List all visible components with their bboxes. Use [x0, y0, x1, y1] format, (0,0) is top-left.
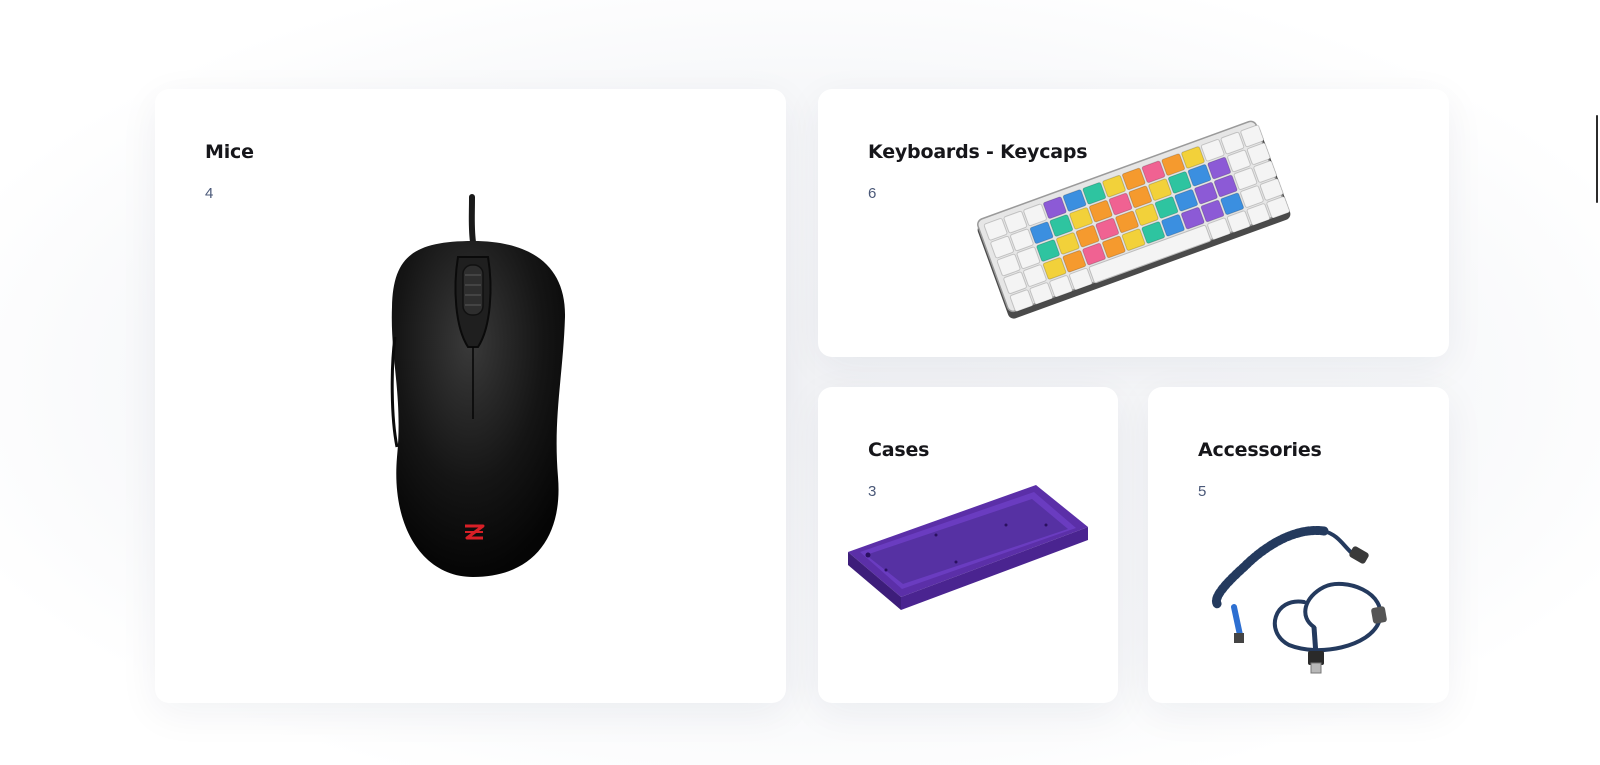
scrollbar-thumb[interactable] [1596, 115, 1598, 203]
mouse-icon [390, 194, 566, 577]
category-title: Mice [205, 141, 254, 163]
category-title: Cases [868, 439, 930, 461]
category-title: Accessories [1198, 439, 1322, 461]
category-card-accessories[interactable]: Accessories 5 [1148, 387, 1449, 703]
keyboard-icon [977, 120, 1291, 319]
case-icon [848, 485, 1088, 610]
category-card-cases[interactable]: Cases 3 [818, 387, 1118, 703]
category-card-keyboards-keycaps[interactable]: Keyboards - Keycaps 6 [818, 89, 1449, 357]
category-count: 5 [1198, 483, 1207, 500]
category-count: 4 [205, 185, 214, 202]
cable-icon [1212, 526, 1387, 674]
category-card-mice[interactable]: Mice 4 [155, 89, 786, 703]
category-grid-page: Mice 4 Keyboards - Keycaps 6 Cases 3 Acc… [0, 0, 1600, 765]
category-count: 6 [868, 185, 877, 202]
